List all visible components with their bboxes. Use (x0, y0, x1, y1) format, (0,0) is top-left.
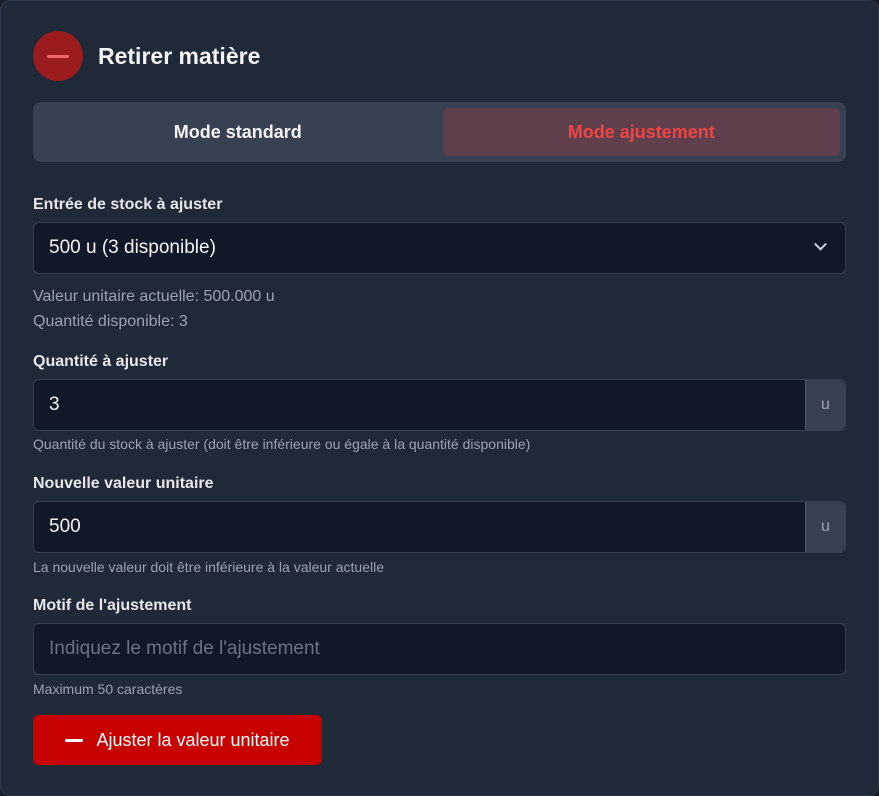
adjust-unit-value-button-label: Ajuster la valeur unitaire (96, 729, 290, 750)
quantity-input[interactable]: 3 u (33, 379, 846, 431)
stock-entry-selected-value: 500 u (3 disponible) (49, 237, 216, 258)
new-unit-value-input[interactable]: 500 u (33, 501, 846, 553)
minus-icon (65, 738, 84, 742)
panel-header: Retirer matière (33, 31, 260, 81)
quantity-input-value[interactable]: 3 (34, 394, 805, 416)
new-unit-value-help-text: La nouvelle valeur doit être inférieure … (33, 559, 384, 575)
new-unit-value-label: Nouvelle valeur unitaire (33, 475, 214, 492)
new-unit-value-input-value[interactable]: 500 (34, 516, 805, 538)
reason-input[interactable]: Indiquez le motif de l'ajustement (33, 623, 846, 675)
mode-standard-tab[interactable]: Mode standard (39, 108, 437, 156)
new-unit-value-unit-addon: u (805, 502, 845, 552)
available-quantity-text: Quantité disponible: 3 (33, 313, 188, 330)
withdraw-material-panel: Retirer matière Mode standard Mode ajust… (0, 0, 879, 796)
panel-title: Retirer matière (98, 42, 261, 69)
quantity-unit-addon: u (805, 380, 845, 430)
minus-icon (33, 31, 83, 81)
reason-input-placeholder[interactable]: Indiquez le motif de l'ajustement (34, 638, 845, 660)
stock-entry-select[interactable]: 500 u (3 disponible) (33, 222, 846, 274)
mode-adjust-tab[interactable]: Mode ajustement (442, 108, 840, 156)
quantity-help-text: Quantité du stock à ajuster (doit être i… (33, 436, 531, 452)
reason-help-text: Maximum 50 caractères (33, 681, 183, 697)
adjust-unit-value-button[interactable]: Ajuster la valeur unitaire (33, 715, 322, 765)
quantity-label: Quantité à ajuster (33, 353, 169, 370)
reason-label: Motif de l'ajustement (33, 597, 192, 614)
chevron-down-icon (814, 237, 827, 251)
current-unit-value-text: Valeur unitaire actuelle: 500.000 u (33, 288, 275, 305)
stock-entry-label: Entrée de stock à ajuster (33, 196, 223, 213)
mode-toggle: Mode standard Mode ajustement (33, 102, 846, 162)
